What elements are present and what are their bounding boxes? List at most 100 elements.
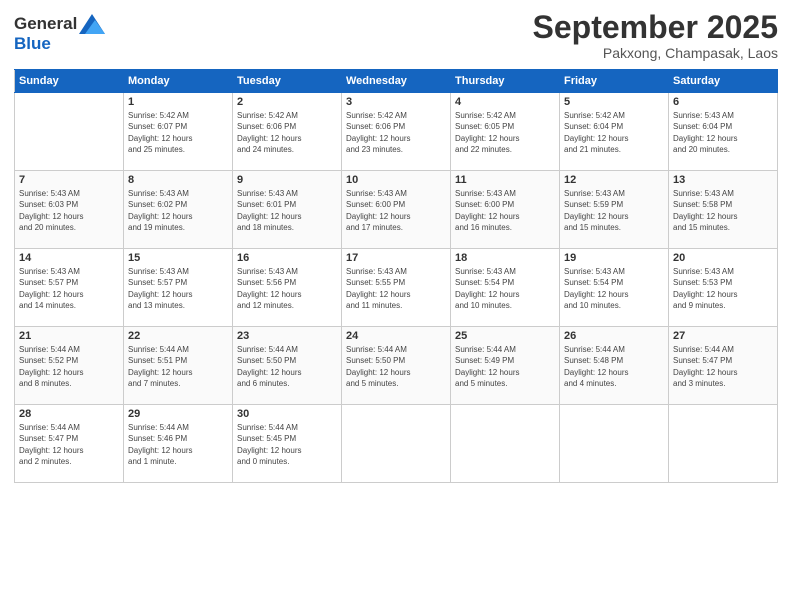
- day-number: 28: [19, 408, 119, 420]
- day-info: Sunrise: 5:44 AM Sunset: 5:48 PM Dayligh…: [564, 344, 664, 389]
- week-row-3: 14Sunrise: 5:43 AM Sunset: 5:57 PM Dayli…: [15, 249, 778, 327]
- day-number: 24: [346, 330, 446, 342]
- calendar-cell: 17 Sunrise: 5:43 AM Sunset: 5:55 PM Dayli…: [342, 249, 451, 327]
- calendar-cell: 26Sunrise: 5:44 AM Sunset: 5:48 PM Dayli…: [560, 327, 669, 405]
- day-info: Sunrise: 5:43 AM Sunset: 6:00 PM Dayligh…: [346, 188, 446, 233]
- day-number: 6: [673, 96, 773, 108]
- calendar-cell: 25 Sunrise: 5:44 AM Sunset: 5:49 PM Dayli…: [451, 327, 560, 405]
- day-info: Sunrise: 5:43 AM Sunset: 5:54 PM Dayligh…: [564, 266, 664, 311]
- header: General Blue September 2025 Pakxong, Cha…: [14, 10, 778, 61]
- day-info: Sunrise: 5:43 AM Sunset: 5:57 PM Dayligh…: [19, 266, 119, 311]
- day-info: Sunrise: 5:43 AM Sunset: 6:03 PM Dayligh…: [19, 188, 119, 233]
- day-number: 5: [564, 96, 664, 108]
- day-info: Sunrise: 5:43 AM Sunset: 6:02 PM Dayligh…: [128, 188, 228, 233]
- day-number: 4: [455, 96, 555, 108]
- month-title: September 2025: [533, 10, 778, 45]
- calendar-cell: 5 Sunrise: 5:42 AM Sunset: 6:04 PM Daylig…: [560, 93, 669, 171]
- col-header-saturday: Saturday: [669, 70, 778, 93]
- day-number: 23: [237, 330, 337, 342]
- calendar-cell: 13 Sunrise: 5:43 AM Sunset: 5:58 PM Dayli…: [669, 171, 778, 249]
- day-info: Sunrise: 5:43 AM Sunset: 5:55 PM Dayligh…: [346, 266, 446, 311]
- day-number: 2: [237, 96, 337, 108]
- day-info: Sunrise: 5:44 AM Sunset: 5:51 PM Dayligh…: [128, 344, 228, 389]
- week-row-5: 28Sunrise: 5:44 AM Sunset: 5:47 PM Dayli…: [15, 405, 778, 483]
- calendar-cell: 27Sunrise: 5:44 AM Sunset: 5:47 PM Dayli…: [669, 327, 778, 405]
- calendar-cell: 23 Sunrise: 5:44 AM Sunset: 5:50 PM Dayli…: [233, 327, 342, 405]
- day-info: Sunrise: 5:42 AM Sunset: 6:06 PM Dayligh…: [237, 110, 337, 155]
- day-number: 17: [346, 252, 446, 264]
- col-header-monday: Monday: [124, 70, 233, 93]
- calendar-cell: 8 Sunrise: 5:43 AM Sunset: 6:02 PM Daylig…: [124, 171, 233, 249]
- calendar-cell: 30Sunrise: 5:44 AM Sunset: 5:45 PM Dayli…: [233, 405, 342, 483]
- calendar-cell: 16 Sunrise: 5:43 AM Sunset: 5:56 PM Dayli…: [233, 249, 342, 327]
- day-number: 30: [237, 408, 337, 420]
- day-number: 1: [128, 96, 228, 108]
- col-header-wednesday: Wednesday: [342, 70, 451, 93]
- week-row-4: 21 Sunrise: 5:44 AM Sunset: 5:52 PM Dayli…: [15, 327, 778, 405]
- week-row-1: 1 Sunrise: 5:42 AM Sunset: 6:07 PM Daylig…: [15, 93, 778, 171]
- day-number: 12: [564, 174, 664, 186]
- calendar-cell: 9Sunrise: 5:43 AM Sunset: 6:01 PM Daylig…: [233, 171, 342, 249]
- calendar-cell: 20Sunrise: 5:43 AM Sunset: 5:53 PM Dayli…: [669, 249, 778, 327]
- day-info: Sunrise: 5:42 AM Sunset: 6:06 PM Dayligh…: [346, 110, 446, 155]
- day-number: 7: [19, 174, 119, 186]
- day-info: Sunrise: 5:44 AM Sunset: 5:47 PM Dayligh…: [673, 344, 773, 389]
- calendar-cell: 29 Sunrise: 5:44 AM Sunset: 5:46 PM Dayli…: [124, 405, 233, 483]
- day-info: Sunrise: 5:44 AM Sunset: 5:50 PM Dayligh…: [237, 344, 337, 389]
- day-info: Sunrise: 5:42 AM Sunset: 6:04 PM Dayligh…: [564, 110, 664, 155]
- day-number: 22: [128, 330, 228, 342]
- calendar-cell: 2 Sunrise: 5:42 AM Sunset: 6:06 PM Daylig…: [233, 93, 342, 171]
- col-header-sunday: Sunday: [15, 70, 124, 93]
- logo-general: General: [14, 14, 77, 34]
- header-row: SundayMondayTuesdayWednesdayThursdayFrid…: [15, 70, 778, 93]
- calendar-cell: 12 Sunrise: 5:43 AM Sunset: 5:59 PM Dayli…: [560, 171, 669, 249]
- calendar-cell: 6 Sunrise: 5:43 AM Sunset: 6:04 PM Daylig…: [669, 93, 778, 171]
- day-number: 18: [455, 252, 555, 264]
- calendar-cell: 11Sunrise: 5:43 AM Sunset: 6:00 PM Dayli…: [451, 171, 560, 249]
- calendar-cell: 21 Sunrise: 5:44 AM Sunset: 5:52 PM Dayli…: [15, 327, 124, 405]
- calendar-cell: [451, 405, 560, 483]
- calendar-cell: 19 Sunrise: 5:43 AM Sunset: 5:54 PM Dayli…: [560, 249, 669, 327]
- calendar-cell: 18Sunrise: 5:43 AM Sunset: 5:54 PM Dayli…: [451, 249, 560, 327]
- logo: General Blue: [14, 14, 105, 54]
- calendar-cell: 3 Sunrise: 5:42 AM Sunset: 6:06 PM Daylig…: [342, 93, 451, 171]
- day-number: 10: [346, 174, 446, 186]
- day-info: Sunrise: 5:43 AM Sunset: 5:59 PM Dayligh…: [564, 188, 664, 233]
- day-info: Sunrise: 5:43 AM Sunset: 5:56 PM Dayligh…: [237, 266, 337, 311]
- day-number: 3: [346, 96, 446, 108]
- day-info: Sunrise: 5:43 AM Sunset: 6:01 PM Dayligh…: [237, 188, 337, 233]
- day-info: Sunrise: 5:43 AM Sunset: 5:57 PM Dayligh…: [128, 266, 228, 311]
- day-number: 8: [128, 174, 228, 186]
- day-number: 20: [673, 252, 773, 264]
- col-header-friday: Friday: [560, 70, 669, 93]
- calendar-cell: [669, 405, 778, 483]
- calendar-cell: 24 Sunrise: 5:44 AM Sunset: 5:50 PM Dayli…: [342, 327, 451, 405]
- day-info: Sunrise: 5:43 AM Sunset: 5:58 PM Dayligh…: [673, 188, 773, 233]
- title-block: September 2025 Pakxong, Champasak, Laos: [533, 10, 778, 61]
- day-number: 21: [19, 330, 119, 342]
- calendar-cell: 15 Sunrise: 5:43 AM Sunset: 5:57 PM Dayli…: [124, 249, 233, 327]
- day-number: 15: [128, 252, 228, 264]
- day-number: 16: [237, 252, 337, 264]
- calendar-cell: 4 Sunrise: 5:42 AM Sunset: 6:05 PM Daylig…: [451, 93, 560, 171]
- calendar-cell: 28Sunrise: 5:44 AM Sunset: 5:47 PM Dayli…: [15, 405, 124, 483]
- day-info: Sunrise: 5:42 AM Sunset: 6:05 PM Dayligh…: [455, 110, 555, 155]
- day-info: Sunrise: 5:44 AM Sunset: 5:46 PM Dayligh…: [128, 422, 228, 467]
- day-info: Sunrise: 5:44 AM Sunset: 5:49 PM Dayligh…: [455, 344, 555, 389]
- col-header-tuesday: Tuesday: [233, 70, 342, 93]
- day-info: Sunrise: 5:42 AM Sunset: 6:07 PM Dayligh…: [128, 110, 228, 155]
- col-header-thursday: Thursday: [451, 70, 560, 93]
- day-info: Sunrise: 5:43 AM Sunset: 6:04 PM Dayligh…: [673, 110, 773, 155]
- logo-icon: [79, 14, 105, 34]
- day-number: 13: [673, 174, 773, 186]
- page: General Blue September 2025 Pakxong, Cha…: [0, 0, 792, 612]
- day-number: 25: [455, 330, 555, 342]
- day-number: 11: [455, 174, 555, 186]
- day-number: 29: [128, 408, 228, 420]
- day-number: 19: [564, 252, 664, 264]
- location-subtitle: Pakxong, Champasak, Laos: [533, 45, 778, 61]
- day-info: Sunrise: 5:44 AM Sunset: 5:52 PM Dayligh…: [19, 344, 119, 389]
- day-info: Sunrise: 5:44 AM Sunset: 5:50 PM Dayligh…: [346, 344, 446, 389]
- calendar-cell: 10 Sunrise: 5:43 AM Sunset: 6:00 PM Dayli…: [342, 171, 451, 249]
- calendar-cell: [15, 93, 124, 171]
